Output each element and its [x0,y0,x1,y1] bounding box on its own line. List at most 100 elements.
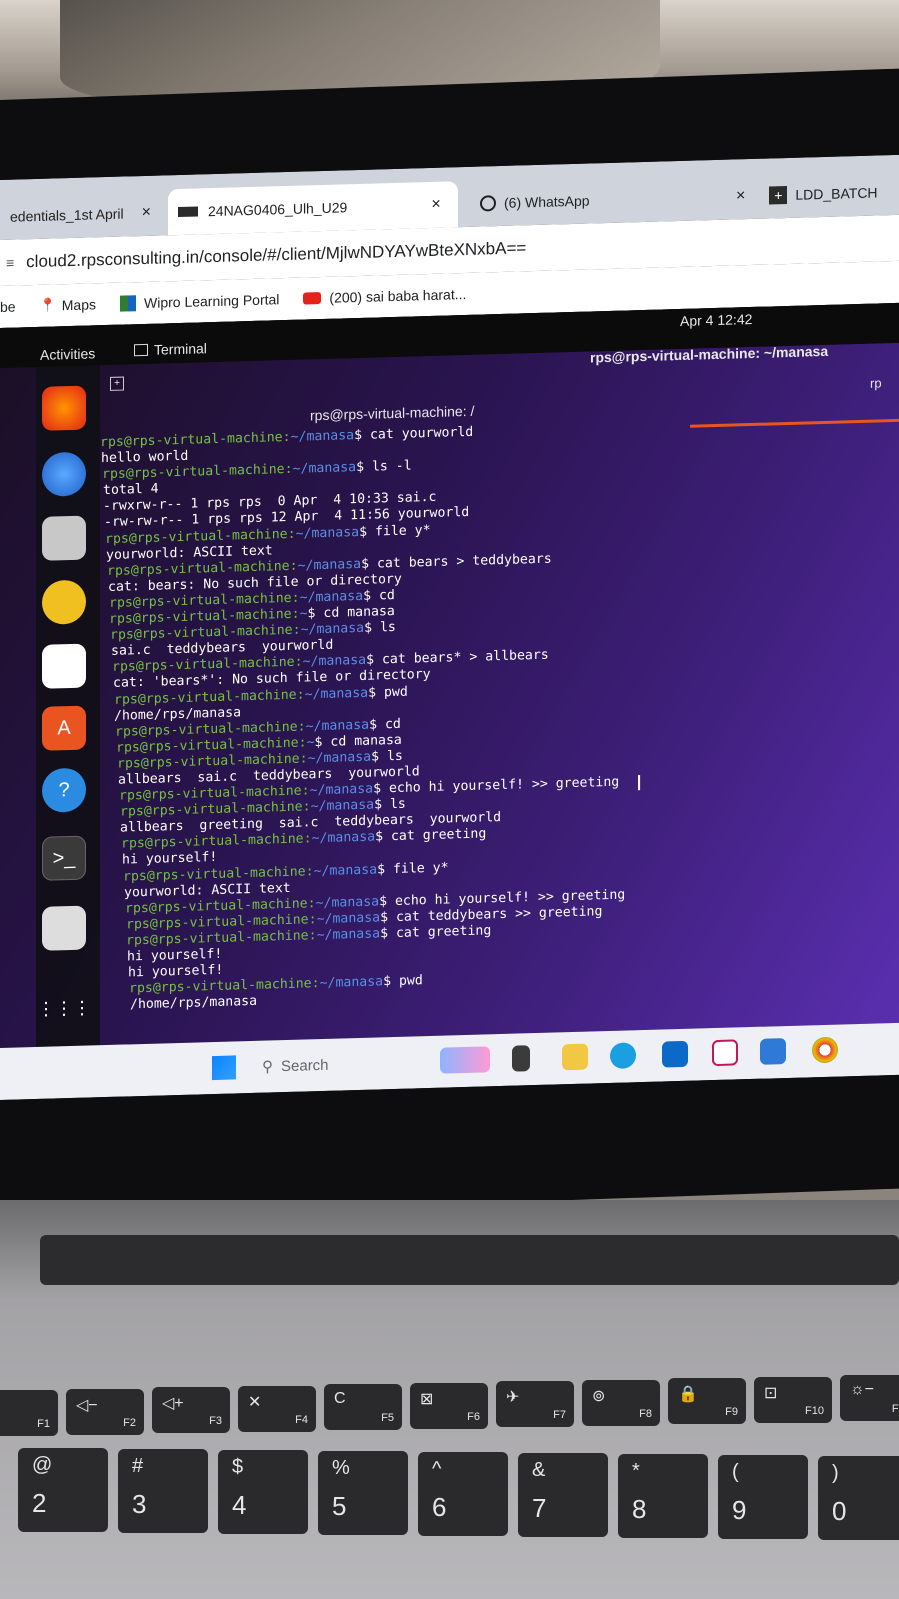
key-f10[interactable]: ⊡ F10 [754,1376,832,1423]
prompt-path: ~/manasa [305,717,370,735]
prompt-path: ~/manasa [304,685,369,702]
key-label: F8 [639,1407,652,1420]
key-9[interactable]: (9 [718,1455,808,1539]
tab-whatsapp[interactable]: (6) WhatsApp [470,177,600,227]
prompt-path: ~/manasa [302,653,367,670]
key-8[interactable]: * 8 [618,1454,708,1538]
writer-icon[interactable] [42,643,86,689]
close-icon[interactable]: × [142,204,151,222]
help-icon[interactable]: ? [42,767,86,813]
prompt-path: ~/manasa [309,781,374,799]
bookmark-maps[interactable]: 📍 Maps [40,296,96,314]
bookmark-partial[interactable]: be [0,299,16,315]
key-f9[interactable]: 🔒 F9 [668,1378,746,1424]
key-f6[interactable]: ⊠ F6 [410,1382,488,1429]
edge-icon[interactable] [610,1042,636,1069]
key-f7[interactable]: ✈ F7 [496,1381,574,1427]
plus-square-icon: + [769,186,788,205]
key-f2[interactable]: ◁− F2 [66,1388,144,1435]
terminal-tab-title[interactable]: rps@rps-virtual-machine: / [310,403,474,424]
files-icon[interactable] [42,515,86,561]
store-icon[interactable] [760,1038,786,1065]
key-digit: 8 [632,1494,647,1524]
bookmark-youtube[interactable]: (200) sai baba harat... [303,286,466,307]
prompt-dollar: $ [369,716,385,733]
key-5[interactable]: % 5 [318,1451,408,1535]
key-digit: 4 [232,1490,247,1520]
windows-start-icon[interactable] [212,1055,236,1081]
output-text: hi yourself! [127,946,223,965]
key-symbol: ✕ [248,1393,262,1411]
task-view-icon[interactable] [512,1045,530,1072]
key-f1[interactable]: F1 [0,1390,58,1436]
key-6[interactable]: ^ 6 [418,1452,508,1536]
activities-button[interactable]: Activities [40,345,95,363]
widgets-icon[interactable] [440,1046,490,1074]
tab-vm-console[interactable]: 24NAG0406_Ulh_U29 × [168,181,458,236]
key-symbol: ⊠ [420,1390,434,1408]
terminal-dock-icon[interactable]: >_ [42,835,86,881]
prompt-path: ~/manasa [307,749,372,767]
key-4[interactable]: $4 [218,1450,308,1534]
key-symbol: ☼− [850,1381,875,1398]
trash-icon[interactable] [42,905,86,951]
key-7[interactable]: & 7 [518,1453,608,1537]
key-digit: 7 [532,1493,547,1523]
prompt-dollar: $ [380,909,396,926]
key-0[interactable]: ) 0 [818,1456,899,1540]
taskbar-search[interactable]: ⚲ Search [262,1056,329,1075]
new-tab-icon[interactable]: + [110,376,124,391]
key-f5[interactable]: C F5 [324,1384,402,1430]
key-label: F6 [467,1410,480,1423]
software-icon[interactable]: A [42,705,86,751]
mcafee-icon[interactable] [712,1039,738,1067]
key-symbol: ⊚ [592,1387,606,1405]
laptop-screen: edentials_1st April × 24NAG0406_Ulh_U29 … [0,154,899,1100]
prompt-dollar: $ [383,974,399,990]
key-symbol: C [334,1390,346,1407]
remote-desktop[interactable]: Activities Terminal Apr 4 12:42 A ? >_ ⋮… [0,302,899,1048]
site-info-icon[interactable]: ≡ [6,255,14,271]
file-explorer-icon[interactable] [562,1043,588,1071]
key-shift-symbol: * [632,1460,640,1482]
rhythmbox-icon[interactable] [42,579,86,625]
key-f8[interactable]: ⊚ F8 [582,1379,660,1426]
prompt-path: ~/manasa [295,524,360,542]
key-label: F11 [891,1403,899,1415]
prompt-path: ~/manasa [310,797,375,815]
key-3[interactable]: #3 [118,1449,208,1533]
terminal-output[interactable]: rps@rps-virtual-machine:~/manasa$ cat yo… [100,413,880,1035]
output-text: hello world [101,448,189,467]
command-text: ls [379,620,396,636]
prompt-dollar: $ [363,588,379,604]
close-icon[interactable]: × [431,196,440,214]
prompt-dollar: $ [377,861,393,877]
key-digit: 0 [832,1496,847,1526]
close-icon[interactable]: × [736,187,745,205]
app-menu-terminal[interactable]: Terminal [134,340,207,358]
teams-icon[interactable] [662,1040,688,1068]
tab-credentials[interactable]: edentials_1st April × [0,190,161,240]
chrome-icon[interactable] [812,1036,838,1064]
prompt-path: ~/manasa [292,460,357,478]
command-text: ls [389,796,406,813]
command-text: pwd [398,973,423,990]
key-label: F3 [209,1415,222,1427]
key-f4[interactable]: ✕ F4 [238,1385,316,1432]
key-f3[interactable]: ◁+ F3 [152,1387,230,1433]
show-apps-icon[interactable]: ⋮⋮⋮ [37,986,91,1031]
prompt-path: ~/manasa [311,829,376,847]
key-digit: 2 [32,1488,47,1518]
key-2[interactable]: @2 [18,1448,108,1532]
prompt-dollar: $ [371,749,387,765]
bookmark-wipro[interactable]: Wipro Learning Portal [120,291,279,312]
thunderbird-icon[interactable] [42,451,86,497]
key-shift-symbol: ^ [432,1458,442,1480]
command-text: cd manasa [330,732,402,750]
tab-ldd-batch[interactable]: × + LDD_BATCH [726,169,888,220]
firefox-icon[interactable] [42,385,86,431]
terminal-tab-fragment[interactable]: rp [870,375,882,390]
clock[interactable]: Apr 4 12:42 [680,311,752,329]
key-f11[interactable]: ☼− F11 [840,1375,899,1421]
url-text[interactable]: cloud2.rpsconsulting.in/console/#/client… [26,238,526,272]
